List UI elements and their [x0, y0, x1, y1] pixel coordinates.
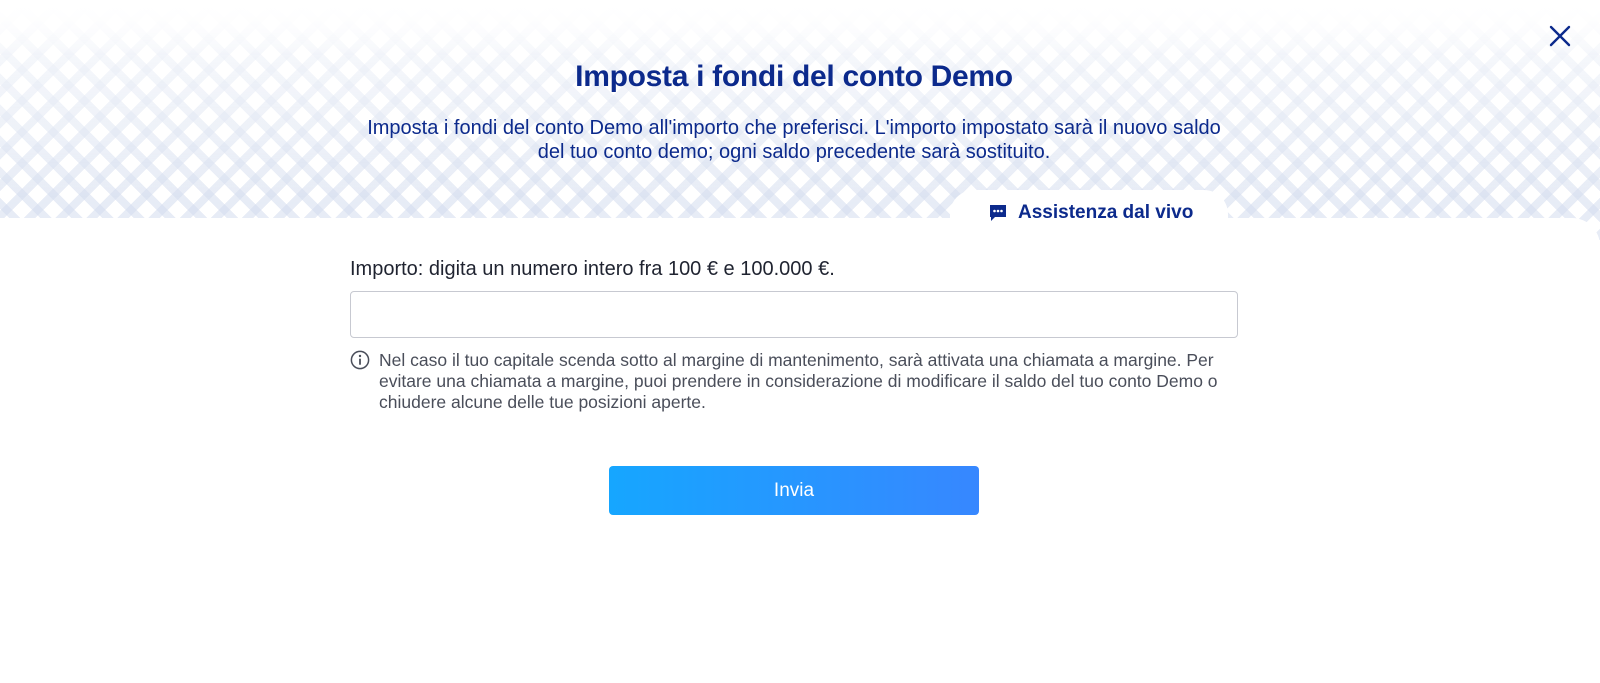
info-icon	[350, 350, 370, 370]
close-icon	[1549, 25, 1571, 47]
chat-icon	[990, 205, 1006, 221]
live-support-button[interactable]: Assistenza dal vivo	[950, 190, 1228, 236]
content-card	[0, 218, 1600, 683]
amount-input[interactable]	[350, 291, 1238, 338]
submit-button[interactable]: Invia	[609, 466, 979, 515]
page-title: Imposta i fondi del conto Demo	[575, 60, 1013, 93]
close-button[interactable]	[1546, 22, 1574, 50]
page-subtitle: Imposta i fondi del conto Demo all'impor…	[367, 117, 1221, 163]
live-support-label: Assistenza dal vivo	[1018, 202, 1194, 223]
margin-call-info: Nel caso il tuo capitale scenda sotto al…	[379, 350, 1218, 412]
amount-label: Importo: digita un numero intero fra 100…	[350, 258, 835, 280]
